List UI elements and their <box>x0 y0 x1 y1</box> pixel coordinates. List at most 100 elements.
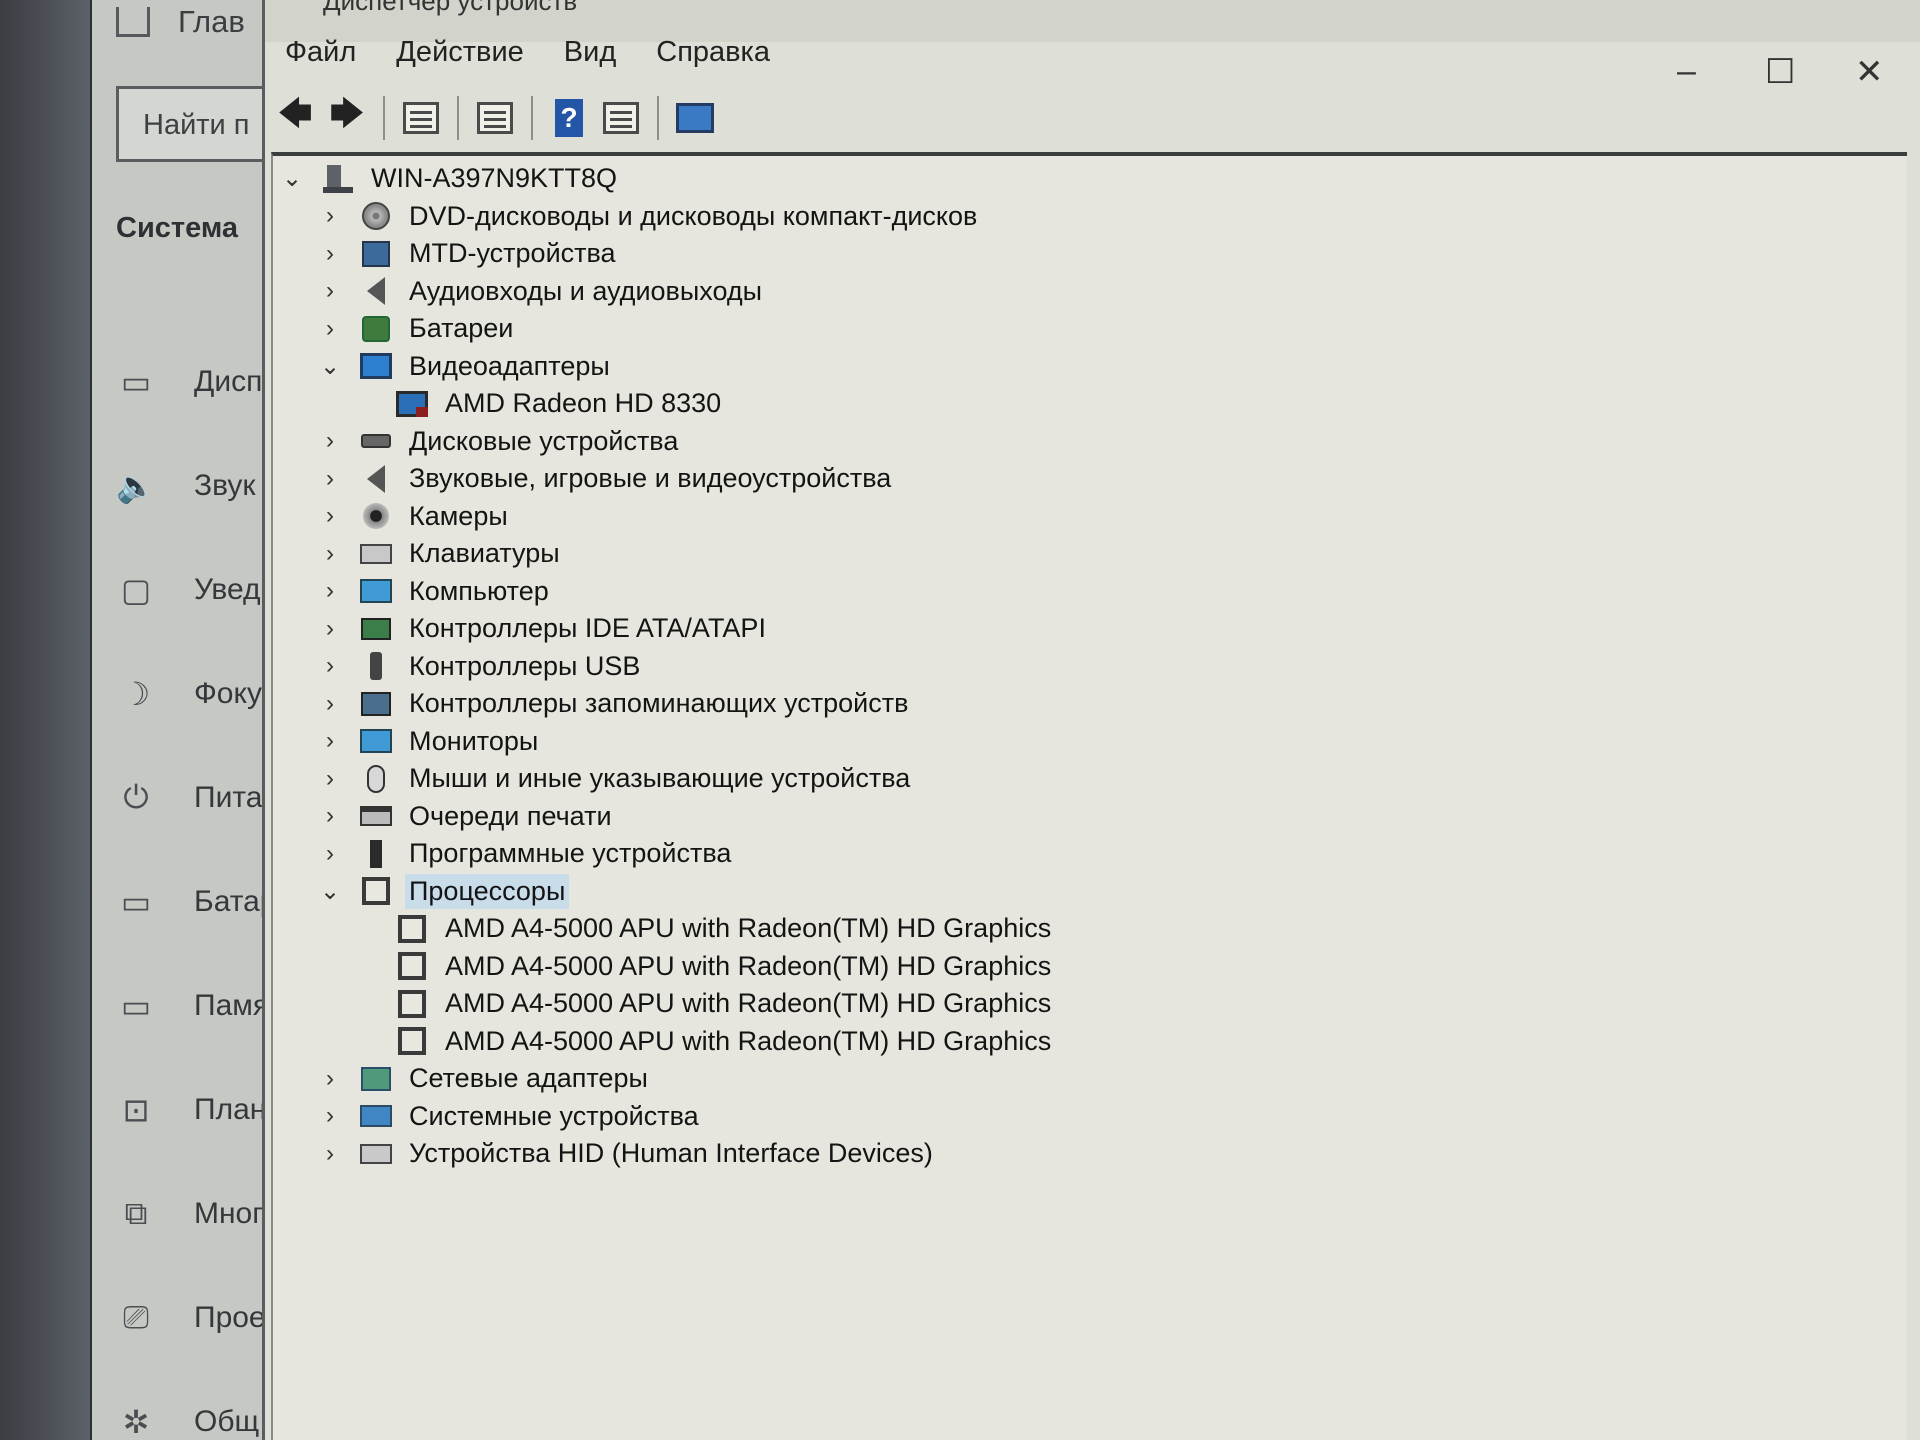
settings-nav-item[interactable]: 🔈 Звук <box>116 434 277 538</box>
chevron-right-icon[interactable]: › <box>317 540 343 568</box>
storage-controller-icon <box>359 689 393 719</box>
menu-item[interactable]: Файл <box>283 34 358 71</box>
tree-category[interactable]: › Батареи <box>273 310 1055 348</box>
tree-category-label: Процессоры <box>405 873 570 909</box>
tree-root[interactable]: ⌄ WIN-A397N9KTT8Q <box>273 160 1055 198</box>
tree-category[interactable]: › Мониторы <box>273 723 1055 761</box>
settings-nav-item[interactable]: ⎚ Прое <box>116 1266 277 1370</box>
chevron-right-icon[interactable]: › <box>317 840 343 868</box>
tree-category-label: Контроллеры запоминающих устройств <box>409 688 909 719</box>
settings-nav-item[interactable]: ▭ Батар <box>116 850 277 954</box>
tree-device[interactable]: AMD A4-5000 APU with Radeon(TM) HD Graph… <box>273 985 1055 1023</box>
tree-category[interactable]: ⌄ Процессоры <box>273 873 1055 911</box>
chevron-right-icon[interactable]: › <box>317 727 343 755</box>
tree-category[interactable]: › Программные устройства <box>273 835 1055 873</box>
tree-category[interactable]: › Сетевые адаптеры <box>273 1060 1055 1098</box>
tree-category[interactable]: › Очереди печати <box>273 798 1055 836</box>
forward-button[interactable]: 🡆 <box>325 95 369 140</box>
home-link[interactable]: Глав <box>116 4 245 40</box>
chevron-right-icon[interactable]: › <box>317 1102 343 1130</box>
disk-drive-icon <box>359 426 393 456</box>
settings-nav-item[interactable]: ✲ Общ <box>116 1370 277 1440</box>
tree-category[interactable]: › MTD-устройства <box>273 235 1055 273</box>
computer-icon <box>321 164 355 194</box>
back-button[interactable]: 🡄 <box>273 95 317 140</box>
help-button[interactable]: ? <box>547 96 591 140</box>
chevron-right-icon[interactable]: › <box>317 277 343 305</box>
system-device-icon <box>359 1101 393 1131</box>
section-title: Система <box>116 212 239 244</box>
tree-category[interactable]: › Клавиатуры <box>273 535 1055 573</box>
tree-category[interactable]: › Контроллеры USB <box>273 648 1055 686</box>
tree-category[interactable]: › Камеры <box>273 498 1055 536</box>
show-hide-console-tree-button[interactable] <box>399 96 443 140</box>
home-icon <box>116 7 150 37</box>
chevron-right-icon[interactable]: › <box>317 690 343 718</box>
settings-nav-item[interactable]: ▭ Дисп <box>116 330 277 434</box>
chevron-right-icon[interactable]: › <box>317 802 343 830</box>
chevron-right-icon[interactable]: › <box>317 652 343 680</box>
menu-item[interactable]: Справка <box>654 34 772 71</box>
chevron-down-icon[interactable]: ⌄ <box>317 352 343 381</box>
chevron-right-icon[interactable]: › <box>317 502 343 530</box>
properties-button[interactable] <box>473 96 517 140</box>
dvd-drive-icon <box>359 201 393 231</box>
device-icon <box>395 914 429 944</box>
tree-category[interactable]: › Звуковые, игровые и видеоустройства <box>273 460 1055 498</box>
processor-icon <box>359 876 393 906</box>
settings-nav-item[interactable]: ▢ Увед <box>116 538 277 642</box>
tree-category[interactable]: › Контроллеры запоминающих устройств <box>273 685 1055 723</box>
tree-category[interactable]: › Контроллеры IDE ATA/ATAPI <box>273 610 1055 648</box>
tree-category[interactable]: › Аудиовходы и аудиовыходы <box>273 273 1055 311</box>
mtd-device-icon <box>359 239 393 269</box>
keyboard-icon <box>359 539 393 569</box>
tree-device[interactable]: AMD Radeon HD 8330 <box>273 385 1055 423</box>
multitasking-icon: ⧉ <box>124 1195 148 1231</box>
menu-item[interactable]: Действие <box>394 34 525 71</box>
tree-category-label: Системные устройства <box>409 1100 699 1131</box>
settings-nav-item[interactable]: ☽ Фоку <box>116 642 277 746</box>
chevron-down-icon[interactable]: ⌄ <box>279 164 305 193</box>
device-tree: ⌄ WIN-A397N9KTT8Q › DVD-дисководы и дисково… <box>273 160 1055 1173</box>
audio-io-icon <box>359 276 393 306</box>
chevron-right-icon[interactable]: › <box>317 427 343 455</box>
projecting-icon: ⎚ <box>123 1299 149 1335</box>
chevron-right-icon[interactable]: › <box>317 315 343 343</box>
chevron-right-icon[interactable]: › <box>317 615 343 643</box>
chevron-right-icon[interactable]: › <box>317 577 343 605</box>
monitor-icon <box>359 726 393 756</box>
tree-category[interactable]: › Системные устройства <box>273 1098 1055 1136</box>
tree-category[interactable]: › Устройства HID (Human Interface Devices… <box>273 1135 1055 1173</box>
tree-device[interactable]: AMD A4-5000 APU with Radeon(TM) HD Graph… <box>273 948 1055 986</box>
tree-device[interactable]: AMD A4-5000 APU with Radeon(TM) HD Graph… <box>273 910 1055 948</box>
tree-category[interactable]: ⌄ Видеоадаптеры <box>273 348 1055 386</box>
tree-device[interactable]: AMD A4-5000 APU with Radeon(TM) HD Graph… <box>273 1023 1055 1061</box>
chevron-right-icon[interactable]: › <box>317 202 343 230</box>
menu-item[interactable]: Вид <box>562 34 618 71</box>
computer-icon <box>359 576 393 606</box>
device-tree-pane: ⌄ WIN-A397N9KTT8Q › DVD-дисководы и дисково… <box>271 152 1907 1440</box>
tree-root-label: WIN-A397N9KTT8Q <box>371 163 618 194</box>
tree-category[interactable]: › Мыши и иные указывающие устройства <box>273 760 1055 798</box>
settings-nav-item[interactable]: ▭ Памя <box>116 954 277 1058</box>
chevron-right-icon[interactable]: › <box>317 240 343 268</box>
tree-category[interactable]: › Дисковые устройства <box>273 423 1055 461</box>
chevron-right-icon[interactable]: › <box>317 1140 343 1168</box>
help-icon: ? <box>555 99 583 137</box>
settings-nav-item[interactable]: ⏻ Пита <box>116 746 277 850</box>
chevron-down-icon[interactable]: ⌄ <box>317 877 343 906</box>
chevron-right-icon[interactable]: › <box>317 765 343 793</box>
settings-nav-label: План <box>194 1093 267 1126</box>
scan-hardware-button[interactable] <box>673 96 717 140</box>
settings-nav-label: Памя <box>194 989 270 1022</box>
tree-category-label: DVD-дисководы и дисководы компакт-дисков <box>409 200 978 231</box>
scan-hardware-icon <box>676 103 714 133</box>
settings-nav-item[interactable]: ⊡ План <box>116 1058 277 1162</box>
action-pane-button[interactable] <box>599 96 643 140</box>
toolbar-separator <box>531 96 533 140</box>
chevron-right-icon[interactable]: › <box>317 1065 343 1093</box>
settings-nav-item[interactable]: ⧉ Мног <box>116 1162 277 1266</box>
chevron-right-icon[interactable]: › <box>317 465 343 493</box>
tree-category[interactable]: › Компьютер <box>273 573 1055 611</box>
tree-category[interactable]: › DVD-дисководы и дисководы компакт-диско… <box>273 198 1055 236</box>
